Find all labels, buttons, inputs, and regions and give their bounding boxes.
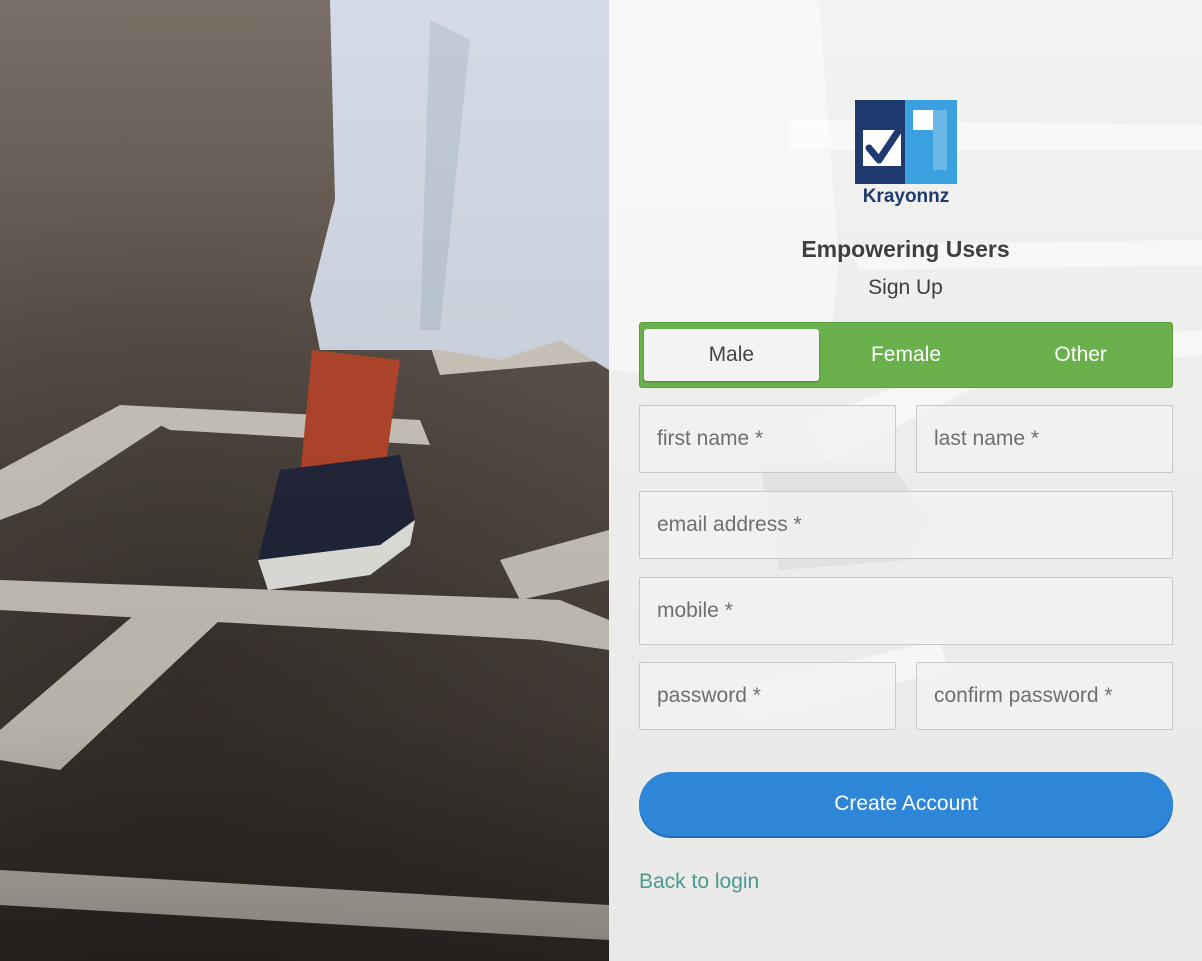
email-input[interactable] [657,492,1172,558]
confirm-password-field-wrapper [916,662,1173,730]
last-name-field-wrapper [916,405,1173,473]
create-account-button[interactable]: Create Account [639,772,1173,836]
photo-illustration [0,0,609,961]
gender-option-female[interactable]: Female [819,329,994,381]
first-name-field-wrapper [639,405,896,473]
email-field-wrapper [639,491,1173,559]
mobile-field-wrapper [639,577,1173,645]
back-to-login-link[interactable]: Back to login [639,870,759,894]
gender-option-other[interactable]: Other [993,329,1168,381]
gender-option-male[interactable]: Male [644,329,819,381]
signup-panel: Krayonnz Empowering Users Sign Up Male F… [609,0,1202,961]
confirm-password-input[interactable] [934,663,1172,729]
password-input[interactable] [657,663,895,729]
background-photo [0,0,609,961]
password-field-wrapper [639,662,896,730]
brand-name: Krayonnz [862,186,950,207]
first-name-input[interactable] [657,406,895,472]
form-subtitle: Sign Up [868,276,943,299]
mobile-input[interactable] [657,578,1172,644]
gender-selector: Male Female Other [639,322,1173,388]
last-name-input[interactable] [934,406,1172,472]
tagline: Empowering Users [801,236,1010,262]
